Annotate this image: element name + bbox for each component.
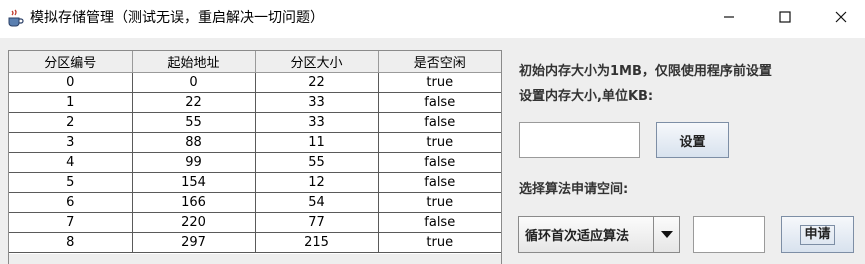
cell-start-address[interactable]: 297 — [132, 232, 256, 253]
cell-partition-id[interactable]: 8 — [9, 232, 133, 253]
cell-start-address[interactable]: 55 — [132, 112, 256, 133]
cell-partition-size[interactable]: 55 — [255, 152, 379, 173]
maximize-button[interactable] — [762, 0, 808, 34]
cell-is-free[interactable]: true — [378, 232, 501, 253]
partition-table-scrollpane[interactable]: 分区编号 起始地址 分区大小 是否空闲 0 0 22 true 1 22 33 — [8, 50, 502, 264]
cell-start-address[interactable]: 0 — [132, 72, 256, 93]
memory-init-note: 初始内存大小为1MB，仅限使用程序前设置 — [519, 64, 772, 79]
cell-is-free[interactable]: false — [378, 112, 501, 133]
maximize-icon — [779, 11, 791, 23]
cell-is-free[interactable]: true — [378, 132, 501, 153]
cell-is-free[interactable]: true — [378, 72, 501, 93]
table-row[interactable]: 6 166 54 true — [9, 192, 501, 213]
table-header-row: 分区编号 起始地址 分区大小 是否空闲 — [9, 51, 501, 73]
cell-start-address[interactable]: 154 — [132, 172, 256, 193]
cell-start-address[interactable]: 220 — [132, 212, 256, 233]
main-content: 分区编号 起始地址 分区大小 是否空闲 0 0 22 true 1 22 33 — [0, 38, 865, 264]
cell-is-free[interactable]: false — [378, 152, 501, 173]
column-header-partition-id[interactable]: 分区编号 — [9, 51, 133, 73]
memory-size-label: 设置内存大小,单位KB: — [519, 89, 654, 104]
cell-partition-size[interactable]: 22 — [255, 72, 379, 93]
column-header-partition-size[interactable]: 分区大小 — [255, 51, 379, 73]
table-row[interactable]: 2 55 33 false — [9, 112, 501, 133]
triangle-down-icon — [660, 230, 673, 238]
cell-start-address[interactable]: 166 — [132, 192, 256, 213]
cell-start-address[interactable]: 99 — [132, 152, 256, 173]
cell-partition-size[interactable]: 11 — [255, 132, 379, 153]
cell-is-free[interactable]: false — [378, 172, 501, 193]
cell-partition-id[interactable]: 0 — [9, 72, 133, 93]
cell-partition-id[interactable]: 5 — [9, 172, 133, 193]
cell-partition-id[interactable]: 6 — [9, 192, 133, 213]
cell-partition-size[interactable]: 215 — [255, 232, 379, 253]
table-row[interactable]: 3 88 11 true — [9, 132, 501, 153]
table-row[interactable]: 0 0 22 true — [9, 72, 501, 93]
cell-is-free[interactable]: true — [378, 192, 501, 213]
cell-partition-id[interactable]: 4 — [9, 152, 133, 173]
set-memory-button[interactable]: 设置 — [656, 122, 729, 158]
dropdown-arrow-button[interactable] — [653, 217, 679, 252]
cell-partition-size[interactable]: 77 — [255, 212, 379, 233]
cell-partition-size[interactable]: 12 — [255, 172, 379, 193]
table-row[interactable]: 7 220 77 false — [9, 212, 501, 233]
algorithm-selected-value: 循环首次适应算法 — [525, 229, 630, 244]
algorithm-label: 选择算法申请空间: — [519, 182, 629, 197]
close-button[interactable] — [818, 0, 864, 34]
table-empty-area — [9, 254, 501, 264]
cell-partition-id[interactable]: 3 — [9, 132, 133, 153]
request-button[interactable]: 申请 — [781, 216, 854, 253]
table-row[interactable]: 5 154 12 false — [9, 172, 501, 193]
memory-size-input[interactable] — [519, 122, 640, 158]
table-row[interactable]: 8 297 215 true — [9, 232, 501, 253]
table-row[interactable]: 4 99 55 false — [9, 152, 501, 173]
table-row[interactable]: 1 22 33 false — [9, 92, 501, 113]
minimize-icon — [724, 16, 734, 18]
request-size-input[interactable] — [693, 216, 765, 253]
cell-is-free[interactable]: false — [378, 92, 501, 113]
minimize-button[interactable] — [706, 0, 752, 34]
cell-partition-id[interactable]: 2 — [9, 112, 133, 133]
cell-partition-id[interactable]: 7 — [9, 212, 133, 233]
cell-partition-size[interactable]: 33 — [255, 112, 379, 133]
close-icon — [835, 11, 847, 23]
cell-partition-size[interactable]: 54 — [255, 192, 379, 213]
cell-start-address[interactable]: 22 — [132, 92, 256, 113]
title-bar: 模拟存储管理（测试无误，重启解决一切问题） — [0, 0, 865, 38]
column-header-is-free[interactable]: 是否空闲 — [378, 51, 501, 73]
cell-partition-id[interactable]: 1 — [9, 92, 133, 113]
partition-table[interactable]: 分区编号 起始地址 分区大小 是否空闲 0 0 22 true 1 22 33 — [9, 51, 501, 253]
java-cup-icon — [8, 9, 24, 27]
cell-is-free[interactable]: false — [378, 212, 501, 233]
cell-start-address[interactable]: 88 — [132, 132, 256, 153]
request-button-label: 申请 — [800, 224, 835, 245]
cell-partition-size[interactable]: 33 — [255, 92, 379, 113]
window-title: 模拟存储管理（测试无误，重启解决一切问题） — [30, 10, 324, 26]
column-header-start-address[interactable]: 起始地址 — [132, 51, 256, 73]
algorithm-select[interactable]: 循环首次适应算法 — [518, 216, 680, 253]
